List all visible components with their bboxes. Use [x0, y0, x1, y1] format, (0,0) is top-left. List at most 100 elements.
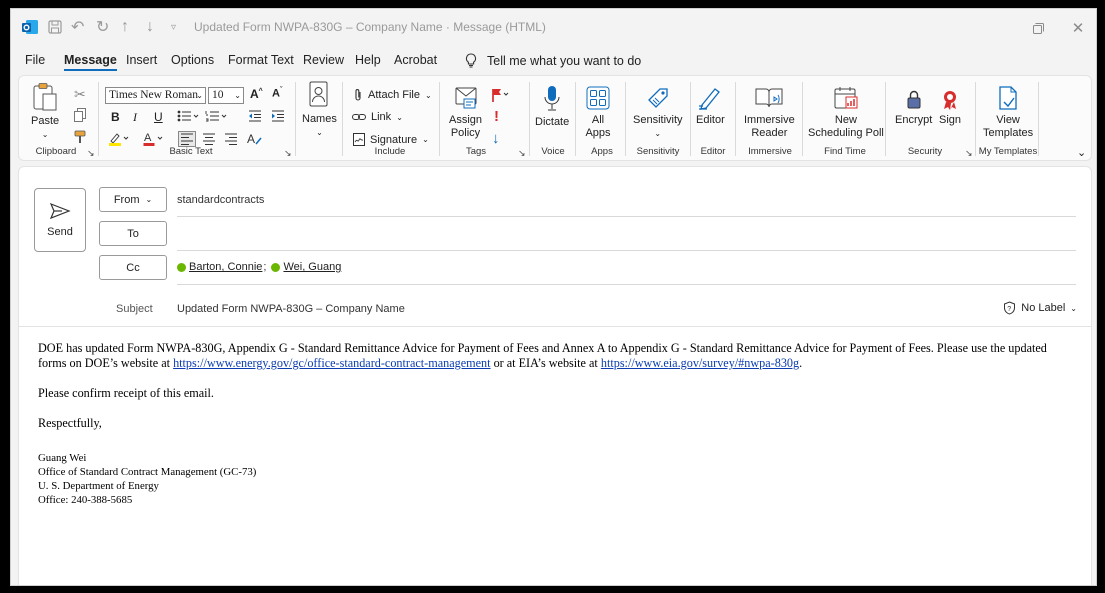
eia-link[interactable]: https://www.eia.gov/survey/#nwpa-830g [601, 356, 799, 370]
group-label-basic-text: Basic Text [169, 146, 213, 157]
font-name-select[interactable]: Times New Roman ⌄ [105, 87, 206, 104]
highlight-icon[interactable] [108, 132, 130, 146]
sensitivity-button[interactable]: Sensitivity ⌄ [633, 85, 683, 140]
customize-icon[interactable]: ▿ [171, 18, 176, 36]
new-scheduling-poll-button[interactable]: New Scheduling Poll [808, 85, 884, 140]
tab-acrobat[interactable]: Acrobat [394, 53, 437, 67]
to-field[interactable] [177, 250, 1076, 251]
group-separator [802, 82, 803, 156]
svg-text:A: A [247, 132, 255, 146]
bullets-icon[interactable] [177, 110, 199, 122]
align-center-icon[interactable] [203, 133, 215, 145]
names-button[interactable]: Names ⌄ [302, 80, 337, 139]
recipient-barton-connie[interactable]: Barton, Connie [177, 261, 262, 273]
shrink-font-icon[interactable]: Aˇ [272, 87, 282, 100]
undo-icon[interactable]: ↶ [71, 18, 84, 36]
link-button[interactable]: Link ⌄ [352, 111, 403, 123]
sensitivity-icon [647, 88, 668, 108]
editor-button[interactable]: Editor [696, 85, 725, 127]
immersive-reader-button[interactable]: Immersive Reader [744, 85, 795, 140]
cut-icon[interactable]: ✂ [74, 86, 86, 103]
tab-help[interactable]: Help [355, 53, 381, 67]
up-icon[interactable]: ↑ [121, 18, 129, 36]
tab-insert[interactable]: Insert [126, 53, 157, 67]
redo-icon[interactable]: ↻ [96, 18, 109, 36]
group-label-editor: Editor [700, 146, 726, 157]
view-templates-button[interactable]: View Templates [983, 85, 1033, 140]
styles-icon[interactable]: A [247, 132, 263, 146]
tags-launcher-icon[interactable]: ↘ [518, 148, 526, 159]
group-label-clipboard: Clipboard [35, 146, 77, 157]
paperclip-icon [355, 89, 361, 101]
restore-icon[interactable] [1023, 17, 1053, 39]
message-body[interactable]: DOE has updated Form NWPA-830G, Appendix… [38, 341, 1073, 507]
view-templates-line2: Templates [983, 127, 1034, 139]
from-button[interactable]: From ⌄ [99, 187, 167, 212]
tab-message[interactable]: Message [64, 53, 117, 71]
group-label-apps: Apps [591, 146, 613, 157]
tab-review[interactable]: Review [303, 53, 344, 67]
high-importance-icon[interactable]: ! [494, 108, 499, 125]
tab-options[interactable]: Options [171, 53, 214, 67]
tab-format-text[interactable]: Format Text [228, 53, 294, 67]
cc-button[interactable]: Cc [99, 255, 167, 280]
follow-up-flag-icon[interactable] [491, 88, 511, 102]
subject-input[interactable]: Updated Form NWPA-830G – Company Name [177, 303, 405, 315]
paste-button[interactable]: Paste ⌄ [31, 82, 59, 141]
security-launcher-icon[interactable]: ↘ [965, 148, 973, 159]
font-color-icon[interactable]: A [143, 131, 165, 146]
ribbon-collapse-icon[interactable]: ⌄ [1077, 146, 1086, 159]
sign-label: Sign [939, 114, 962, 126]
recipient-wei-guang[interactable]: Wei, Guang [271, 261, 341, 273]
format-painter-icon[interactable] [74, 130, 88, 144]
body-text: . [799, 356, 803, 370]
sign-button[interactable]: Sign [939, 89, 961, 127]
tab-file[interactable]: File [25, 53, 45, 67]
attach-file-button[interactable]: Attach File ⌄ [353, 88, 432, 102]
dictate-button[interactable]: Dictate [535, 85, 569, 129]
font-size-select[interactable]: 10 ⌄ [208, 87, 244, 104]
increase-indent-icon[interactable] [271, 110, 285, 122]
bold-icon[interactable]: B [111, 110, 120, 124]
svg-text:?: ? [1008, 306, 1012, 313]
align-right-icon[interactable] [225, 133, 237, 145]
encrypt-label: Encrypt [895, 114, 933, 126]
recipient-separator: ; [263, 261, 267, 273]
apps-grid-icon [586, 86, 610, 110]
clipboard-launcher-icon[interactable]: ↘ [87, 148, 95, 159]
scheduling-poll-icon [834, 87, 858, 109]
save-icon[interactable] [47, 18, 63, 36]
italic-icon[interactable]: I [133, 110, 137, 125]
sensitivity-label-button[interactable]: ? No Label ⌄ [1003, 301, 1077, 315]
from-value[interactable]: standardcontracts [177, 194, 264, 206]
group-separator [1038, 82, 1039, 156]
basic-text-launcher-icon[interactable]: ↘ [284, 148, 292, 159]
tell-me-search[interactable]: Tell me what you want to do [465, 53, 641, 68]
group-separator [735, 82, 736, 156]
assign-policy-button[interactable]: Assign Policy [449, 85, 482, 140]
editor-label: Editor [696, 114, 725, 126]
all-apps-button[interactable]: All Apps [585, 85, 611, 140]
low-importance-icon[interactable]: ↓ [492, 130, 500, 147]
copy-icon[interactable] [74, 108, 86, 122]
grow-font-icon[interactable]: A^ [250, 87, 263, 101]
assign-policy-line2: Policy [450, 127, 481, 139]
group-separator [575, 82, 576, 156]
cc-field[interactable]: Barton, Connie ; Wei, Guang [177, 261, 341, 273]
signature-button[interactable]: Signature ⌄ [353, 133, 429, 146]
group-separator [295, 82, 296, 156]
down-icon[interactable]: ↓ [146, 18, 154, 36]
close-icon[interactable]: ✕ [1063, 17, 1093, 39]
group-separator [439, 82, 440, 156]
decrease-indent-icon[interactable] [248, 110, 262, 122]
encrypt-button[interactable]: Encrypt [895, 89, 932, 127]
cc-label: Cc [126, 261, 140, 274]
align-left-icon[interactable] [178, 131, 196, 147]
to-button[interactable]: To [99, 221, 167, 246]
group-separator [98, 82, 99, 156]
send-button[interactable]: Send [34, 188, 86, 252]
numbering-icon[interactable] [205, 110, 227, 122]
underline-icon[interactable]: U [154, 110, 163, 124]
lock-icon [907, 90, 921, 109]
doe-link[interactable]: https://www.energy.gov/gc/office-standar… [173, 356, 490, 370]
